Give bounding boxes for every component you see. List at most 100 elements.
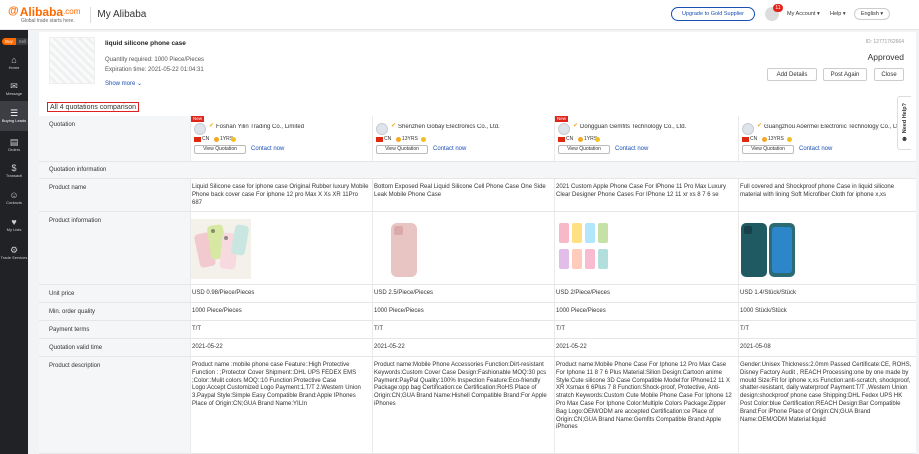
table-row-quotation: Quotation New ✔ Foshan Yilin Trading Co.… (39, 116, 916, 162)
contact-now-link[interactable]: Contact now (433, 146, 466, 154)
upgrade-gold-supplier-button[interactable]: Upgrade to Gold Supplier (671, 7, 755, 21)
view-quotation-button[interactable]: View Quotation (742, 145, 794, 154)
sidebar: Buy Sell ⌂ Home ✉ Message ☰ Buying Leads… (0, 30, 30, 454)
sidebar-item-message[interactable]: ✉ Message (0, 74, 28, 104)
supplier-name[interactable]: Guangzhou Aoermei Electronic Technology … (764, 124, 914, 132)
gold-supplier-icon (787, 137, 792, 142)
china-flag-icon (376, 137, 383, 142)
sidebar-item-contacts[interactable]: ☺ Contacts (0, 183, 28, 213)
table-row-product-name: Product name Liquid Silicone case for ip… (39, 179, 916, 212)
view-quotation-button[interactable]: View Quotation (376, 145, 428, 154)
supplier-cell: New ✔ Foshan Yilin Trading Co., Limited … (190, 116, 372, 161)
supplier-logo (376, 123, 388, 135)
product-image-cell (190, 212, 372, 284)
row-label: Min. order quality (39, 303, 190, 320)
payment-terms-cell: T/T (554, 321, 738, 338)
table-row-product-information: Product information (39, 212, 916, 285)
unit-price-cell: USD 2/Piece/Pieces (554, 285, 738, 302)
valid-time-cell: 2021-05-22 (554, 339, 738, 356)
sidebar-item-buying-leads[interactable]: ☰ Buying Leads (0, 101, 28, 131)
close-button[interactable]: Close (874, 68, 904, 81)
unit-price-cell: USD 0.98/Piece/Pieces (190, 285, 372, 302)
help-menu[interactable]: Help ▾ (830, 11, 846, 17)
notification-badge: 11 (773, 4, 783, 12)
new-badge: New (555, 116, 569, 122)
min-order-cell: 1000 Piece/Pieces (372, 303, 554, 320)
row-label: Product description (39, 357, 190, 453)
row-label: Quotation valid time (39, 339, 190, 356)
sidebar-item-label: Contacts (6, 199, 22, 205)
years-icon (762, 137, 767, 142)
product-image-teal-case[interactable] (739, 219, 799, 279)
product-image-cell (372, 212, 554, 284)
supplier-logo (558, 123, 570, 135)
supplier-country: CN (202, 136, 210, 142)
sidebar-item-transactions[interactable]: $ Transacti (0, 156, 28, 186)
home-icon: ⌂ (11, 54, 17, 65)
sidebar-item-label: Transacti (5, 172, 23, 178)
table-row-unit-price: Unit price USD 0.98/Piece/Pieces USD 2.5… (39, 285, 916, 303)
description-cell: Product name:Mobile Phone Accessories Fu… (372, 357, 554, 453)
description-cell: Product name:Mobile Phone Case For Iphon… (554, 357, 738, 453)
valid-time-cell: 2021-05-22 (190, 339, 372, 356)
product-image-cell (554, 212, 738, 284)
supplier-name[interactable]: Shenzhen Gobay Electronics Co., Ltd. (398, 124, 553, 132)
my-account-menu[interactable]: My Account ▾ (787, 11, 820, 17)
years-icon (396, 137, 401, 142)
header-divider (90, 6, 92, 23)
row-label: Payment terms (39, 321, 190, 338)
language-select[interactable]: English ▾ (854, 8, 890, 20)
china-flag-icon (742, 137, 749, 142)
supplier-cell: ✔ Shenzhen Gobay Electronics Co., Ltd. C… (372, 116, 554, 161)
supplier-country: CN (566, 136, 574, 142)
payment-terms-cell: T/T (190, 321, 372, 338)
product-name-cell: Full covered and Shockproof phone Case i… (738, 179, 916, 211)
min-order-cell: 1000 Piece/Pieces (554, 303, 738, 320)
product-image-pink-case[interactable] (373, 219, 433, 279)
rfq-thumbnail (49, 37, 95, 84)
section-title[interactable]: My Alibaba (97, 9, 146, 20)
buy-sell-toggle[interactable]: Buy Sell (2, 38, 30, 45)
sidebar-item-trade-services[interactable]: ⚙ Trade Services (0, 238, 28, 268)
rfq-expiration: Expiration time: 2021-05-22 01:04:31 (105, 67, 204, 73)
gear-icon: ⚙ (9, 244, 19, 255)
supplier-years: 13YRS (402, 136, 418, 142)
alibaba-logo[interactable]: @ Alibaba .com Global trade starts here. (8, 6, 80, 24)
sidebar-item-my-lists[interactable]: ♥ My Lists (0, 210, 28, 240)
unit-price-cell: USD 1.4/Stück/Stück (738, 285, 916, 302)
description-cell: Gender:Unisex Thickness:2.0mm Passed Cer… (738, 357, 916, 453)
rfq-quantity: Quantity required: 1000 Piece/Pieces (105, 57, 205, 63)
supplier-name[interactable]: Foshan Yilin Trading Co., Limited (216, 124, 371, 132)
rfq-title: liquid silicone phone case (105, 40, 186, 47)
contact-now-link[interactable]: Contact now (799, 146, 832, 154)
row-label: Product information (39, 212, 190, 284)
buy-toggle[interactable]: Buy (2, 38, 16, 45)
view-quotation-button[interactable]: View Quotation (558, 145, 610, 154)
supplier-cell: New ✔ Dongguan Gemfits Technology Co., L… (554, 116, 738, 161)
description-cell: Product name :mobile phone case Feature:… (190, 357, 372, 453)
verified-check-icon: ✔ (391, 123, 397, 129)
table-row-min-order: Min. order quality 1000 Piece/Pieces 100… (39, 303, 916, 321)
logo-tagline: Global trade starts here. (21, 17, 75, 24)
contact-now-link[interactable]: Contact now (615, 146, 648, 154)
supplier-name[interactable]: Dongguan Gemfits Technology Co., Ltd. (580, 124, 735, 132)
gold-supplier-icon (231, 137, 236, 142)
top-bar: @ Alibaba .com Global trade starts here.… (0, 0, 919, 30)
sidebar-item-label: My Lists (6, 226, 22, 232)
post-again-button[interactable]: Post Again (823, 68, 867, 81)
payment-terms-cell: T/T (738, 321, 916, 338)
view-quotation-button[interactable]: View Quotation (194, 145, 246, 154)
supplier-cell: ✔ Guangzhou Aoermei Electronic Technolog… (738, 116, 916, 161)
product-image-cartoon-cases[interactable] (555, 219, 615, 279)
valid-time-cell: 2021-05-08 (738, 339, 916, 356)
need-help-tab[interactable]: Need Help? ☻ (897, 96, 911, 150)
alibaba-logo-icon: @ (8, 5, 19, 17)
product-name-cell: Liquid Silicone case for iphone case Ori… (190, 179, 372, 211)
unit-price-cell: USD 2.5/Piece/Pieces (372, 285, 554, 302)
contact-now-link[interactable]: Contact now (251, 146, 284, 154)
china-flag-icon (558, 137, 565, 142)
add-details-button[interactable]: Add Details (767, 68, 817, 81)
product-image-colorful-cases[interactable] (191, 219, 251, 279)
years-icon (578, 137, 583, 142)
show-more-link[interactable]: Show more ⌄ (105, 80, 142, 87)
